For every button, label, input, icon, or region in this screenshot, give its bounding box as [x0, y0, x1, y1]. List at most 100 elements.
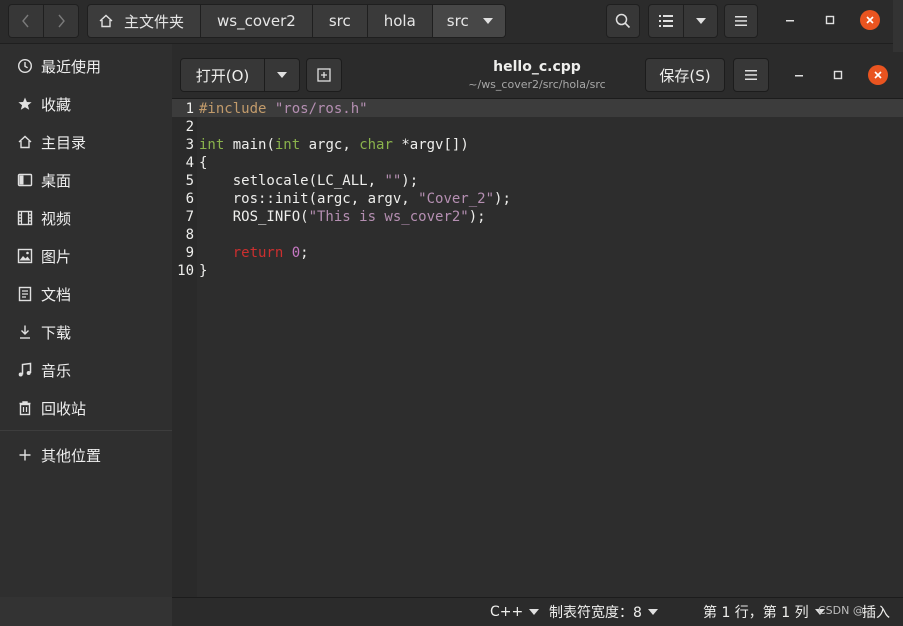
breadcrumb-label: 主文件夹: [124, 12, 185, 31]
sidebar-separator: [0, 430, 172, 431]
breadcrumb-home[interactable]: 主文件夹: [88, 5, 201, 37]
line-number: 7: [185, 209, 194, 225]
sidebar-item-videos[interactable]: 视频: [0, 200, 172, 236]
sidebar-item-label: 音乐: [41, 361, 72, 380]
line-number: 8: [185, 227, 194, 243]
editor-close-button[interactable]: [868, 65, 888, 85]
language-selector[interactable]: C++: [490, 598, 540, 626]
forward-button[interactable]: [43, 5, 78, 37]
minimize-icon: [786, 20, 794, 22]
close-circle: [860, 10, 880, 30]
maximize-button[interactable]: [820, 10, 840, 30]
breadcrumb-label: src: [446, 12, 469, 30]
picture-icon: [17, 248, 33, 264]
search-icon: [615, 13, 631, 29]
breadcrumb-hola[interactable]: hola: [366, 5, 432, 37]
trash-icon: [17, 400, 33, 416]
sidebar-item-label: 视频: [41, 209, 72, 228]
sidebar-item-starred[interactable]: 收藏: [0, 86, 172, 122]
editor-maximize-button[interactable]: [828, 65, 848, 85]
back-button[interactable]: [9, 5, 43, 37]
code-token: #include: [199, 101, 275, 117]
maximize-icon: [833, 70, 843, 80]
close-icon: [874, 71, 882, 79]
caret-down-icon: [647, 609, 658, 615]
code-token: *argv[]): [392, 137, 469, 153]
file-manager-headerbar: 主文件夹 ws_cover2 src hola src: [0, 0, 893, 44]
home-icon: [17, 134, 33, 150]
code-token: setlocale(LC_ALL,: [199, 173, 385, 189]
breadcrumb-label: hola: [383, 12, 416, 30]
code-line: setlocale(LC_ALL, "");: [199, 172, 418, 190]
tab-width-selector[interactable]: 制表符宽度：8: [549, 598, 658, 626]
save-button[interactable]: 保存(S): [645, 58, 725, 92]
sidebar-item-label: 主目录: [41, 133, 87, 152]
insert-mode-indicator: 插入: [862, 605, 890, 621]
document-title: hello_c.cpp: [493, 59, 581, 75]
code-token: );: [494, 191, 511, 207]
sidebar-item-documents[interactable]: 文档: [0, 276, 172, 312]
breadcrumb-current[interactable]: src: [431, 5, 505, 37]
sidebar-item-label: 下载: [41, 323, 72, 342]
file-view-area: [172, 44, 893, 52]
code-token: char: [359, 137, 393, 153]
chevron-right-icon: [58, 14, 65, 28]
code-token: ros::init(argc, argv,: [199, 191, 419, 207]
list-view-button[interactable]: [649, 5, 683, 37]
download-icon: [17, 324, 33, 340]
view-options-group: [648, 4, 718, 38]
sidebar-item-downloads[interactable]: 下载: [0, 314, 172, 350]
tab-width-label: 制表符宽度：8: [549, 605, 642, 621]
search-button[interactable]: [606, 4, 640, 38]
new-document-button[interactable]: [306, 58, 342, 92]
sidebar-item-other-locations[interactable]: 其他位置: [0, 437, 172, 473]
breadcrumb-src[interactable]: src: [311, 5, 367, 37]
plus-icon: [17, 447, 33, 463]
desktop-icon: [17, 172, 33, 188]
hamburger-icon: [735, 16, 747, 26]
code-line: int main(int argc, char *argv[]): [199, 136, 469, 154]
sidebar-item-home[interactable]: 主目录: [0, 124, 172, 160]
open-dropdown-button[interactable]: [264, 59, 299, 91]
sidebar-item-pictures[interactable]: 图片: [0, 238, 172, 274]
code-token: "This is ws_cover2": [308, 209, 469, 225]
sidebar-item-desktop[interactable]: 桌面: [0, 162, 172, 198]
music-icon: [17, 362, 33, 378]
open-button[interactable]: 打开(O): [181, 59, 264, 91]
star-icon: [17, 96, 33, 112]
code-line: ros::init(argc, argv, "Cover_2");: [199, 190, 511, 208]
close-circle: [868, 65, 888, 85]
hamburger-menu-button[interactable]: [724, 4, 758, 38]
language-label: C++: [490, 604, 524, 620]
breadcrumb-label: src: [328, 12, 351, 30]
sidebar-item-label: 回收站: [41, 399, 87, 418]
minimize-button[interactable]: [780, 10, 800, 30]
sidebar-item-recent[interactable]: 最近使用: [0, 48, 172, 84]
places-sidebar: 最近使用 收藏 主目录 桌面 视频 图片 文档 下载 音乐 回收站 其他位置: [0, 44, 172, 597]
code-token: return: [232, 245, 284, 261]
cursor-position-selector[interactable]: 第 1 行，第 1 列: [703, 598, 825, 626]
code-token: "Cover_2": [418, 191, 495, 207]
caret-down-icon: [695, 18, 706, 24]
home-icon: [99, 14, 113, 28]
code-line: return 0;: [199, 244, 309, 262]
line-number: 1: [185, 101, 194, 117]
caret-down-icon: [529, 609, 540, 615]
code-line: #include "ros/ros.h": [199, 100, 368, 118]
code-token: ROS_INFO(: [199, 209, 309, 225]
editor-minimize-button[interactable]: [789, 65, 809, 85]
code-token: int: [199, 137, 225, 153]
close-button[interactable]: [860, 10, 880, 30]
code-token: main(: [224, 137, 275, 153]
code-token: }: [199, 263, 208, 279]
editor-menu-button[interactable]: [733, 58, 769, 92]
sidebar-item-music[interactable]: 音乐: [0, 352, 172, 388]
sidebar-item-label: 收藏: [41, 95, 72, 114]
sidebar-item-trash[interactable]: 回收站: [0, 390, 172, 426]
maximize-icon: [825, 15, 835, 25]
breadcrumb-ws-cover2[interactable]: ws_cover2: [200, 5, 312, 37]
sidebar-item-label: 最近使用: [41, 57, 102, 76]
view-options-dropdown[interactable]: [683, 5, 717, 37]
